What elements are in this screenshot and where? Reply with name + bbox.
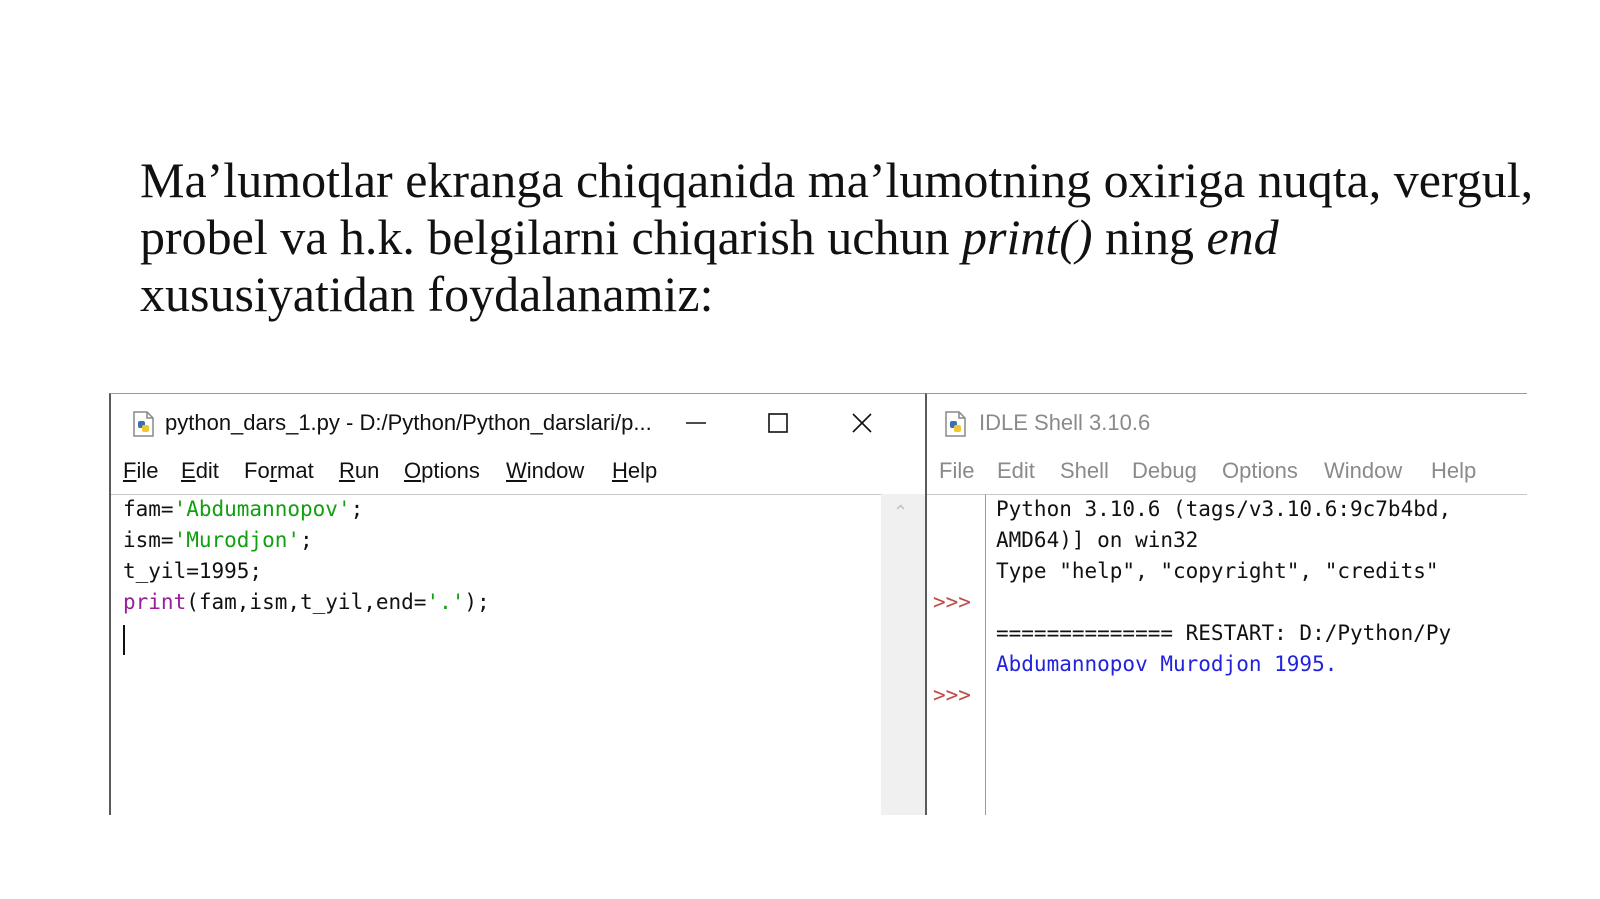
heading-end-param: end	[1206, 209, 1279, 265]
close-button[interactable]	[842, 406, 882, 440]
vertical-scrollbar[interactable]: ⌃	[881, 494, 925, 815]
heading-text-3: xususiyatidan foydalanamiz:	[140, 266, 714, 322]
shell-prompt-gutter: >>> >>>	[927, 494, 986, 815]
menu-run[interactable]: Run	[339, 458, 379, 484]
shell-menu-file[interactable]: File	[939, 458, 974, 484]
shell-window: IDLE Shell 3.10.6 File Edit Shell Debug …	[925, 393, 1527, 815]
heading-text-1: Ma’lumotlar ekranga chiqqanida ma’lumotn…	[140, 152, 1534, 265]
shell-menu-debug[interactable]: Debug	[1132, 458, 1197, 484]
menu-help[interactable]: Help	[612, 458, 657, 484]
slide-heading: Ma’lumotlar ekranga chiqqanida ma’lumotn…	[140, 152, 1540, 323]
shell-output[interactable]: Python 3.10.6 (tags/v3.10.6:9c7b4bd, AMD…	[986, 494, 1527, 815]
menu-window[interactable]: Window	[506, 458, 584, 484]
editor-window: python_dars_1.py - D:/Python/Python_dars…	[109, 393, 925, 815]
menu-format[interactable]: Format	[244, 458, 314, 484]
shell-output-line: Python 3.10.6 (tags/v3.10.6:9c7b4bd,	[996, 497, 1452, 521]
shell-restart-line: ============== RESTART: D:/Python/Py	[996, 621, 1452, 645]
python-shell-icon	[941, 410, 969, 438]
close-icon	[852, 413, 872, 433]
screenshot-area: python_dars_1.py - D:/Python/Python_dars…	[109, 393, 1527, 815]
editor-menubar: File Edit Format Run Options Window Help	[111, 452, 925, 494]
code-line: fam='Abdumannopov';	[123, 497, 364, 521]
minimize-button[interactable]	[676, 406, 716, 440]
shell-menu-help[interactable]: Help	[1431, 458, 1476, 484]
shell-output-line: Type "help", "copyright", "credits"	[996, 559, 1439, 583]
editor-title: python_dars_1.py - D:/Python/Python_dars…	[165, 410, 652, 435]
shell-prompt: >>>	[933, 590, 971, 614]
shell-title: IDLE Shell 3.10.6	[979, 410, 1151, 435]
code-line: t_yil=1995;	[123, 559, 263, 583]
code-line: ism='Murodjon';	[123, 528, 313, 552]
shell-prompt: >>>	[933, 683, 971, 707]
program-output-line: Abdumannopov Murodjon 1995.	[996, 652, 1338, 676]
shell-menu-options[interactable]: Options	[1222, 458, 1298, 484]
minimize-icon	[686, 422, 706, 424]
maximize-button[interactable]	[758, 406, 798, 440]
heading-text-2: ning	[1092, 209, 1207, 265]
code-editor[interactable]: fam='Abdumannopov'; ism='Murodjon'; t_yi…	[111, 494, 881, 815]
shell-menubar: File Edit Shell Debug Options Window Hel…	[927, 452, 1527, 494]
code-line: print(fam,ism,t_yil,end='.');	[123, 590, 490, 614]
shell-titlebar[interactable]: IDLE Shell 3.10.6	[927, 394, 1527, 452]
maximize-icon	[768, 413, 788, 433]
text-cursor	[123, 625, 125, 655]
heading-print-func: print()	[962, 209, 1093, 265]
menu-file[interactable]: File	[123, 458, 158, 484]
scroll-up-icon[interactable]: ⌃	[893, 502, 908, 523]
menu-options[interactable]: Options	[404, 458, 480, 484]
shell-output-line: AMD64)] on win32	[996, 528, 1199, 552]
editor-titlebar[interactable]: python_dars_1.py - D:/Python/Python_dars…	[111, 394, 925, 452]
python-file-icon	[129, 410, 157, 438]
shell-menu-edit[interactable]: Edit	[997, 458, 1035, 484]
shell-menu-shell[interactable]: Shell	[1060, 458, 1109, 484]
menu-edit[interactable]: Edit	[181, 458, 219, 484]
shell-menu-window[interactable]: Window	[1324, 458, 1402, 484]
